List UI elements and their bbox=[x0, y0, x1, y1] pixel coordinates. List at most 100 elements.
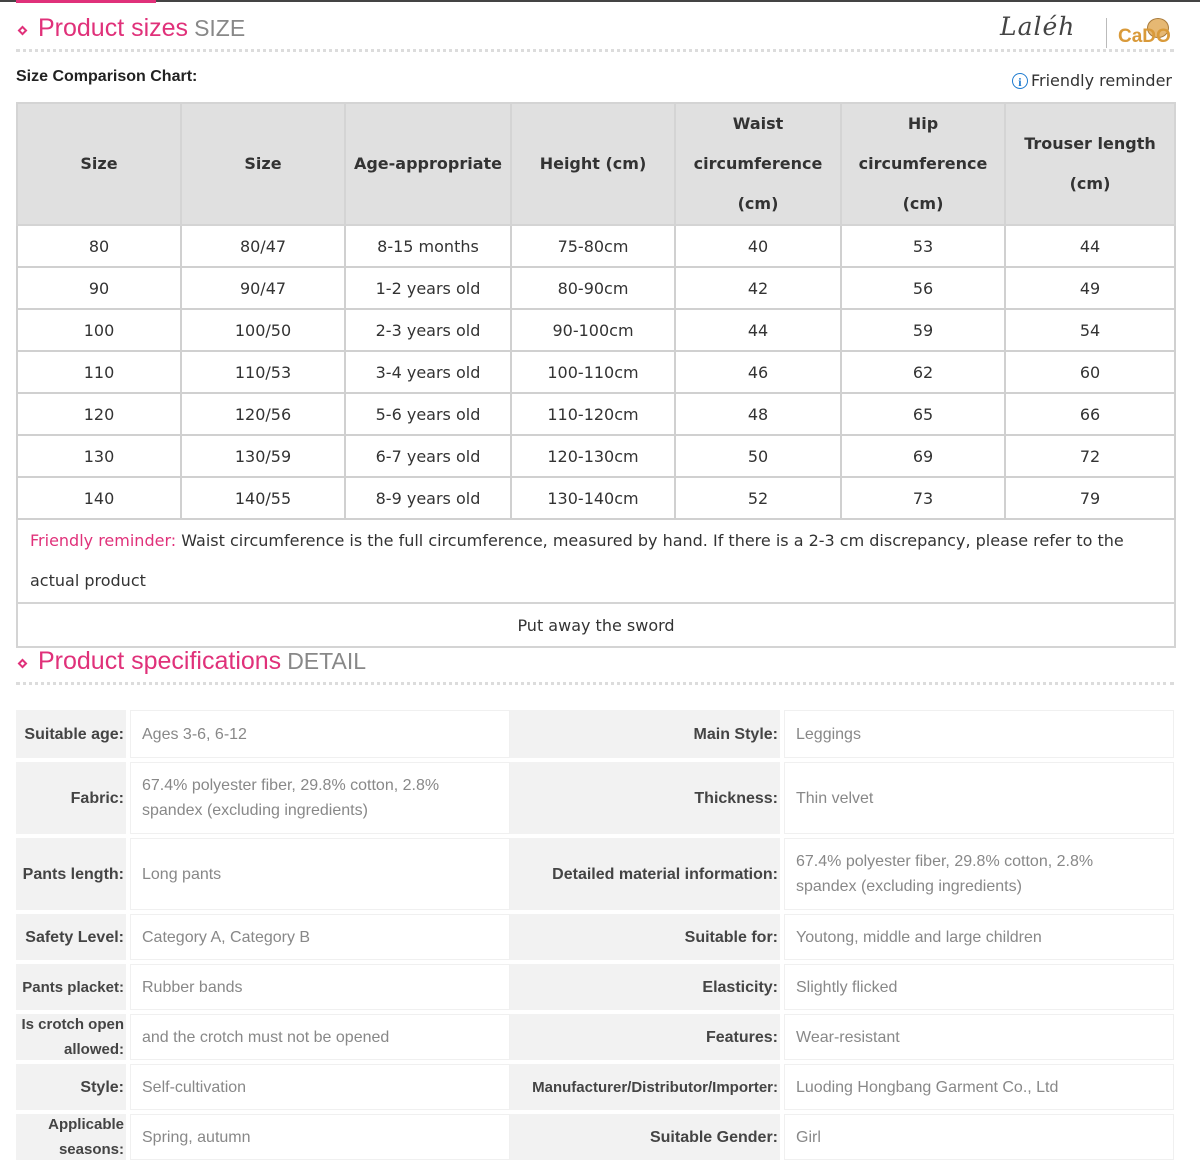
table-cell: 66 bbox=[1004, 392, 1176, 436]
table-cell: 48 bbox=[674, 392, 842, 436]
spec-label: Suitable for: bbox=[510, 914, 780, 960]
table-cell: 75-80cm bbox=[510, 224, 676, 268]
diamond-bullet-icon bbox=[17, 25, 28, 36]
table-cell: 65 bbox=[840, 392, 1006, 436]
table-cell: 69 bbox=[840, 434, 1006, 478]
table-cell: 140/55 bbox=[180, 476, 346, 520]
table-cell: 60 bbox=[1004, 350, 1176, 394]
header-cell: Hip circumference (cm) bbox=[840, 102, 1006, 226]
table-cell: 59 bbox=[840, 308, 1006, 352]
table-cell: 40 bbox=[674, 224, 842, 268]
table-cell: 130 bbox=[16, 434, 182, 478]
spec-label: Style: bbox=[16, 1064, 126, 1110]
table-cell: 62 bbox=[840, 350, 1006, 394]
spec-value: Ages 3-6, 6-12 bbox=[130, 710, 510, 758]
table-cell: 54 bbox=[1004, 308, 1176, 352]
spec-label: Suitable Gender: bbox=[510, 1114, 780, 1160]
spec-label: Thickness: bbox=[510, 762, 780, 834]
product-specifications-grid: Suitable age: Ages 3-6, 6-12 Main Style:… bbox=[16, 710, 1174, 1160]
size-section-title-en: SIZE bbox=[194, 15, 246, 41]
dotted-divider bbox=[16, 682, 1174, 685]
info-icon: i bbox=[1011, 72, 1028, 89]
table-cell: 120 bbox=[16, 392, 182, 436]
spec-label: Applicable seasons: bbox=[16, 1114, 126, 1160]
table-cell: 120-130cm bbox=[510, 434, 676, 478]
table-cell: 50 bbox=[674, 434, 842, 478]
logo-brand-text: CaDO bbox=[1118, 26, 1171, 47]
spec-value: Long pants bbox=[130, 838, 510, 910]
table-cell: 100-110cm bbox=[510, 350, 676, 394]
table-cell: 120/56 bbox=[180, 392, 346, 436]
footer-row: Put away the sword bbox=[16, 602, 1176, 648]
table-cell: 100/50 bbox=[180, 308, 346, 352]
table-cell: 80-90cm bbox=[510, 266, 676, 310]
table-cell: 73 bbox=[840, 476, 1006, 520]
table-cell: 80 bbox=[16, 224, 182, 268]
header-cell: Trouser length (cm) bbox=[1004, 102, 1176, 226]
table-cell: 52 bbox=[674, 476, 842, 520]
spec-label: Detailed material information: bbox=[510, 838, 780, 910]
table-cell: 80/47 bbox=[180, 224, 346, 268]
size-section-title: Product sizes SIZE bbox=[38, 14, 246, 42]
spec-label: Suitable age: bbox=[16, 710, 126, 758]
brand-logo: Laléh CaDO bbox=[1000, 4, 1180, 52]
spec-value: Thin velvet bbox=[784, 762, 1174, 834]
size-table-header-row: Size Size Age-appropriate Height (cm) Wa… bbox=[16, 102, 1176, 226]
table-cell: 2-3 years old bbox=[344, 308, 512, 352]
reminder-note-text: Waist circumference is the full circumfe… bbox=[30, 531, 1124, 590]
spec-value: Category A, Category B bbox=[130, 914, 510, 960]
table-footer-text: Put away the sword bbox=[16, 602, 1176, 648]
spec-label: Elasticity: bbox=[510, 964, 780, 1010]
logo-separator bbox=[1106, 18, 1107, 48]
spec-value: Rubber bands bbox=[130, 964, 510, 1010]
spec-value: Leggings bbox=[784, 710, 1174, 758]
table-cell: 130/59 bbox=[180, 434, 346, 478]
spec-label: Fabric: bbox=[16, 762, 126, 834]
table-cell: 49 bbox=[1004, 266, 1176, 310]
table-cell: 130-140cm bbox=[510, 476, 676, 520]
table-cell: 5-6 years old bbox=[344, 392, 512, 436]
friendly-reminder-note: Friendly reminder: Waist circumference i… bbox=[16, 518, 1176, 604]
spec-value: Self-cultivation bbox=[130, 1064, 510, 1110]
table-cell: 8-15 months bbox=[344, 224, 512, 268]
spec-value: Wear-resistant bbox=[784, 1014, 1174, 1060]
table-cell: 110 bbox=[16, 350, 182, 394]
spec-label: Manufacturer/Distributor/Importer: bbox=[510, 1064, 780, 1110]
table-cell: 110/53 bbox=[180, 350, 346, 394]
spec-label: Features: bbox=[510, 1014, 780, 1060]
table-cell: 140 bbox=[16, 476, 182, 520]
size-comparison-table: Size Size Age-appropriate Height (cm) Wa… bbox=[16, 102, 1176, 648]
spec-value: Spring, autumn bbox=[130, 1114, 510, 1160]
table-cell: 3-4 years old bbox=[344, 350, 512, 394]
spec-value: 67.4% polyester fiber, 29.8% cotton, 2.8… bbox=[784, 838, 1174, 910]
top-rule bbox=[0, 0, 1200, 2]
spec-label: Main Style: bbox=[510, 710, 780, 758]
reminder-note-label: Friendly reminder: bbox=[30, 531, 177, 550]
friendly-reminder-link[interactable]: i Friendly reminder bbox=[1011, 71, 1172, 90]
size-table-body: 80 80/47 8-15 months 75-80cm 40 53 44 90 90/47 1… bbox=[16, 224, 1176, 648]
table-cell: 53 bbox=[840, 224, 1006, 268]
table-cell: 8-9 years old bbox=[344, 476, 512, 520]
spec-section-title-en: DETAIL bbox=[287, 648, 367, 674]
table-cell: 90 bbox=[16, 266, 182, 310]
top-accent-bar bbox=[16, 0, 156, 3]
table-cell: 1-2 years old bbox=[344, 266, 512, 310]
table-cell: 6-7 years old bbox=[344, 434, 512, 478]
size-chart-label: Size Comparison Chart: bbox=[16, 68, 198, 85]
logo-script-text: Laléh bbox=[1000, 12, 1076, 41]
spec-label: Safety Level: bbox=[16, 914, 126, 960]
spec-value: Luoding Hongbang Garment Co., Ltd bbox=[784, 1064, 1174, 1110]
table-row: 100 100/50 2-3 years old 90-100cm 44 59 54 bbox=[16, 308, 1176, 352]
table-cell: 79 bbox=[1004, 476, 1176, 520]
spec-label: Is crotch open allowed: bbox=[16, 1014, 126, 1060]
table-row: 80 80/47 8-15 months 75-80cm 40 53 44 bbox=[16, 224, 1176, 268]
table-row: 140 140/55 8-9 years old 130-140cm 52 73 79 bbox=[16, 476, 1176, 520]
table-cell: 44 bbox=[1004, 224, 1176, 268]
diamond-bullet-icon bbox=[17, 658, 28, 669]
table-cell: 56 bbox=[840, 266, 1006, 310]
table-cell: 46 bbox=[674, 350, 842, 394]
spec-value: 67.4% polyester fiber, 29.8% cotton, 2.8… bbox=[130, 762, 510, 834]
spec-section-header: Product specifications DETAIL bbox=[16, 645, 1174, 685]
spec-value: Youtong, middle and large children bbox=[784, 914, 1174, 960]
table-cell: 42 bbox=[674, 266, 842, 310]
